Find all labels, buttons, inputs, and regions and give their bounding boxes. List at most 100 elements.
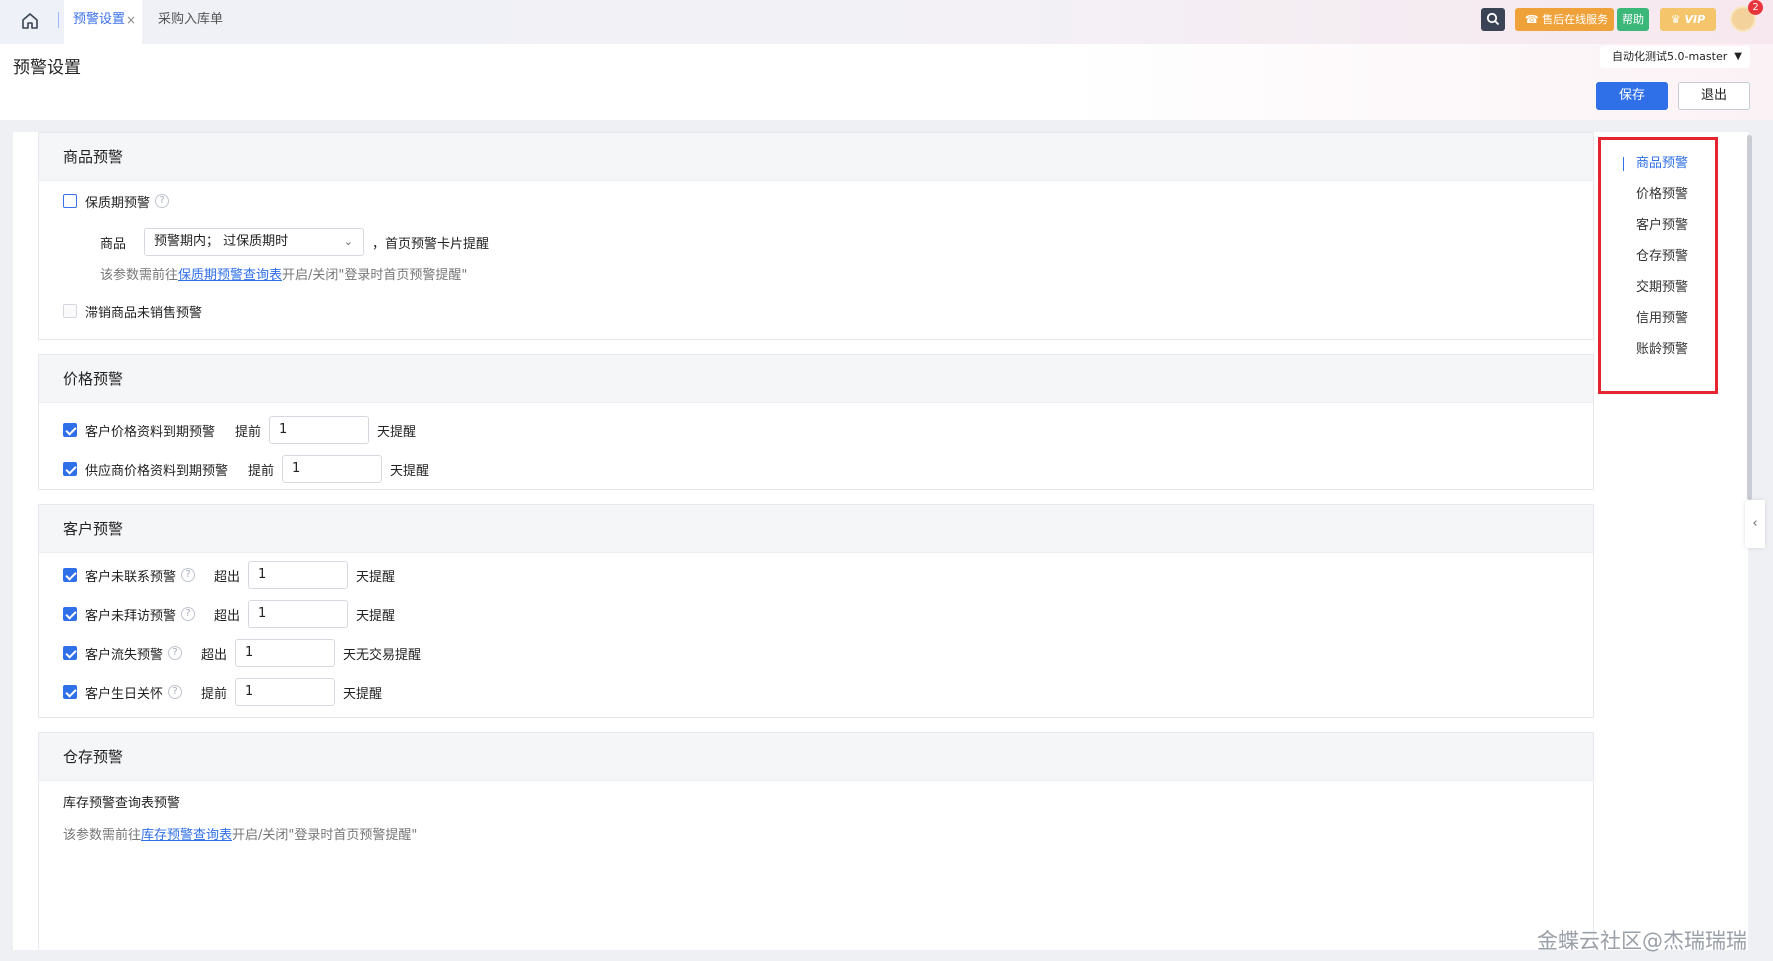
search-icon [1486, 12, 1500, 26]
goods-reminder-select[interactable]: 预警期内； 过保质期时 ⌄ [144, 228, 365, 256]
top-tab-bar: 预警设置 × 采购入库单 ☎ 售后在线服务 帮助 ♛ VIP 2 [0, 0, 1773, 44]
shelf-life-query-link[interactable]: 保质期预警查询表 [178, 264, 282, 283]
headset-icon: ☎ [1524, 13, 1539, 26]
note-suffix: 开启/关闭"登录时首页预警提醒" [282, 267, 468, 283]
collapse-panel-button[interactable]: ‹ [1745, 500, 1765, 548]
chevron-left-icon: ‹ [1752, 516, 1758, 531]
account-name: 自动化测试5.0-master [1612, 50, 1728, 63]
days-suffix: 天提醒 [356, 608, 396, 624]
price-alert-checkbox[interactable] [63, 462, 77, 476]
tab-alert-settings[interactable]: 预警设置 × [64, 0, 142, 44]
account-selector[interactable]: 自动化测试5.0-master ▼ [1600, 46, 1750, 68]
section-title: 价格预警 [39, 355, 1593, 403]
shelf-life-row: 保质期预警 ? [39, 187, 170, 215]
anchor-active-indicator [1623, 157, 1624, 171]
exit-button[interactable]: 退出 [1678, 82, 1750, 110]
price-alert-section: 价格预警 客户价格资料到期预警 提前 1 天提醒 供应商价格资料到期预警 提前 … [38, 354, 1594, 490]
customer-alert-checkbox[interactable] [63, 685, 77, 699]
days-input[interactable]: 1 [235, 678, 336, 706]
vip-label: VIP [1684, 13, 1706, 26]
help-icon[interactable]: ? [168, 646, 183, 660]
notification-badge: 2 [1748, 0, 1763, 15]
customer-alert-checkbox[interactable] [63, 646, 77, 660]
anchor-aging[interactable]: 账龄预警 [1636, 338, 1688, 357]
page-header: 预警设置 自动化测试5.0-master ▼ 保存 退出 [0, 44, 1773, 120]
advance-label: 提前 [201, 686, 228, 702]
goods-label: 商品 [100, 236, 127, 252]
section-title: 客户预警 [39, 505, 1593, 553]
close-icon[interactable]: × [126, 0, 136, 40]
home-icon[interactable] [20, 11, 40, 31]
anchor-credit[interactable]: 信用预警 [1636, 307, 1688, 326]
days-suffix: 天提醒 [356, 569, 396, 585]
anchor-price[interactable]: 价格预警 [1636, 183, 1688, 202]
days-suffix: 天无交易提醒 [343, 647, 422, 663]
chevron-down-icon: ⌄ [343, 235, 354, 248]
help-icon[interactable]: ? [181, 607, 196, 621]
shelf-life-label: 保质期预警 [85, 195, 151, 211]
online-service-button[interactable]: ☎ 售后在线服务 [1515, 8, 1614, 31]
days-input[interactable]: 1 [248, 600, 349, 628]
unsold-row: 滞销商品未销售预警 [39, 297, 202, 325]
shelf-life-checkbox[interactable] [63, 194, 77, 208]
service-label: 售后在线服务 [1542, 13, 1609, 26]
anchor-stock[interactable]: 仓存预警 [1636, 245, 1688, 264]
advance-label: 提前 [248, 463, 275, 479]
note-suffix: 开启/关闭"登录时首页预警提醒" [232, 827, 418, 843]
stock-subtitle: 库存预警查询表预警 [63, 787, 180, 815]
tab-label: 预警设置 [73, 12, 126, 27]
days-input[interactable]: 1 [248, 561, 349, 589]
section-title: 仓存预警 [39, 733, 1593, 781]
days-input[interactable]: 1 [282, 455, 383, 483]
days-suffix: 天提醒 [343, 686, 383, 702]
days-input[interactable]: 1 [269, 416, 370, 444]
section-title: 商品预警 [39, 133, 1593, 181]
price-alert-row: 供应商价格资料到期预警 提前 1 天提醒 [39, 455, 429, 483]
price-alert-row: 客户价格资料到期预警 提前 1 天提醒 [39, 416, 416, 444]
goods-suffix: ，首页预警卡片提醒 [372, 236, 490, 252]
goods-note: 该参数需前往 保质期预警查询表 开启/关闭"登录时首页预警提醒" [100, 259, 467, 287]
search-button[interactable] [1481, 8, 1505, 31]
anchor-delivery[interactable]: 交期预警 [1636, 276, 1688, 295]
customer-alert-checkbox[interactable] [63, 607, 77, 621]
stock-query-link[interactable]: 库存预警查询表 [141, 824, 232, 843]
page-title: 预警设置 [13, 58, 81, 78]
customer-alert-label: 客户流失预警 [85, 647, 164, 663]
anchor-goods[interactable]: 商品预警 [1636, 152, 1688, 171]
customer-alert-label: 客户生日关怀 [85, 686, 164, 702]
scrollbar[interactable] [1747, 135, 1752, 500]
help-icon[interactable]: ? [168, 685, 183, 699]
exceed-label: 超出 [214, 569, 241, 585]
customer-alert-label: 客户未联系预警 [85, 569, 177, 585]
stock-note: 该参数需前往 库存预警查询表 开启/关闭"登录时首页预警提醒" [63, 819, 417, 847]
tab-divider [58, 12, 59, 28]
unsold-checkbox[interactable] [63, 304, 77, 318]
days-input[interactable]: 1 [235, 639, 336, 667]
goods-select-value: 预警期内； 过保质期时 [154, 234, 289, 249]
customer-alert-section: 客户预警 客户未联系预警 ? 超出 1 天提醒 客户未拜访预警 ? 超出 1 天… [38, 504, 1594, 718]
anchor-customer[interactable]: 客户预警 [1636, 214, 1688, 233]
price-alert-checkbox[interactable] [63, 423, 77, 437]
stock-subtitle-label: 库存预警查询表预警 [63, 795, 181, 811]
help-icon[interactable]: ? [181, 568, 196, 582]
help-icon[interactable]: ? [155, 194, 170, 208]
vip-button[interactable]: ♛ VIP [1660, 8, 1716, 31]
customer-alert-row: 客户未拜访预警 ? 超出 1 天提醒 [39, 600, 395, 628]
customer-alert-checkbox[interactable] [63, 568, 77, 582]
tab-purchase-receipt[interactable]: 采购入库单 [158, 0, 223, 44]
advance-label: 提前 [235, 424, 262, 440]
customer-alert-row: 客户未联系预警 ? 超出 1 天提醒 [39, 561, 395, 589]
save-button[interactable]: 保存 [1596, 82, 1668, 110]
exceed-label: 超出 [214, 608, 241, 624]
customer-alert-row: 客户流失预警 ? 超出 1 天无交易提醒 [39, 639, 421, 667]
watermark: 金蝶云社区@杰瑞瑞瑞 [1537, 929, 1747, 953]
chevron-down-icon: ▼ [1734, 51, 1742, 62]
price-alert-label: 供应商价格资料到期预警 [85, 463, 229, 479]
help-button[interactable]: 帮助 [1617, 8, 1649, 31]
crown-icon: ♛ [1670, 13, 1681, 26]
note-prefix: 该参数需前往 [100, 267, 179, 283]
customer-alert-row: 客户生日关怀 ? 提前 1 天提醒 [39, 678, 382, 706]
settings-content: 商品预警 保质期预警 ? 商品 预警期内； 过保质期时 ⌄ ，首页预警卡片提醒 … [13, 132, 1748, 950]
stock-alert-section: 仓存预警 库存预警查询表预警 该参数需前往 库存预警查询表 开启/关闭"登录时首… [38, 732, 1594, 950]
price-alert-label: 客户价格资料到期预警 [85, 424, 216, 440]
